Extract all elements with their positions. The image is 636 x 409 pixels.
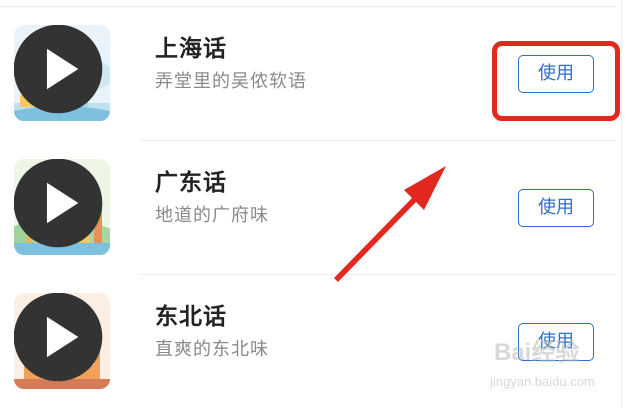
watermark-url: jingyan.baidu.com <box>490 374 595 389</box>
play-icon[interactable] <box>14 25 106 117</box>
use-button-cantonese[interactable]: 使用 <box>518 189 594 227</box>
watermark: Bai经验 jingyan.baidu.com <box>490 330 610 400</box>
right-border <box>621 0 622 408</box>
harbin-church-icon[interactable] <box>14 293 110 389</box>
watermark-brand: Bai经验 <box>494 339 580 366</box>
dialect-name: 东北话 <box>155 304 227 330</box>
shanghai-skyline-icon[interactable] <box>14 25 110 121</box>
play-icon[interactable] <box>14 159 106 251</box>
dialect-description: 地道的广府味 <box>155 205 269 226</box>
dialect-description: 弄堂里的吴侬软语 <box>155 71 307 92</box>
dialect-name: 广东话 <box>155 170 227 196</box>
dialect-description: 直爽的东北味 <box>155 339 269 360</box>
guangzhou-skyline-icon[interactable] <box>14 159 110 255</box>
dialect-item-cantonese[interactable]: 广东话 地道的广府味 使用 <box>0 141 616 275</box>
dialect-name: 上海话 <box>155 36 227 62</box>
highlight-annotation-box <box>492 41 620 121</box>
dialect-item-shanghai[interactable]: 上海话 弄堂里的吴侬软语 使用 <box>0 7 620 141</box>
play-icon[interactable] <box>14 293 106 385</box>
